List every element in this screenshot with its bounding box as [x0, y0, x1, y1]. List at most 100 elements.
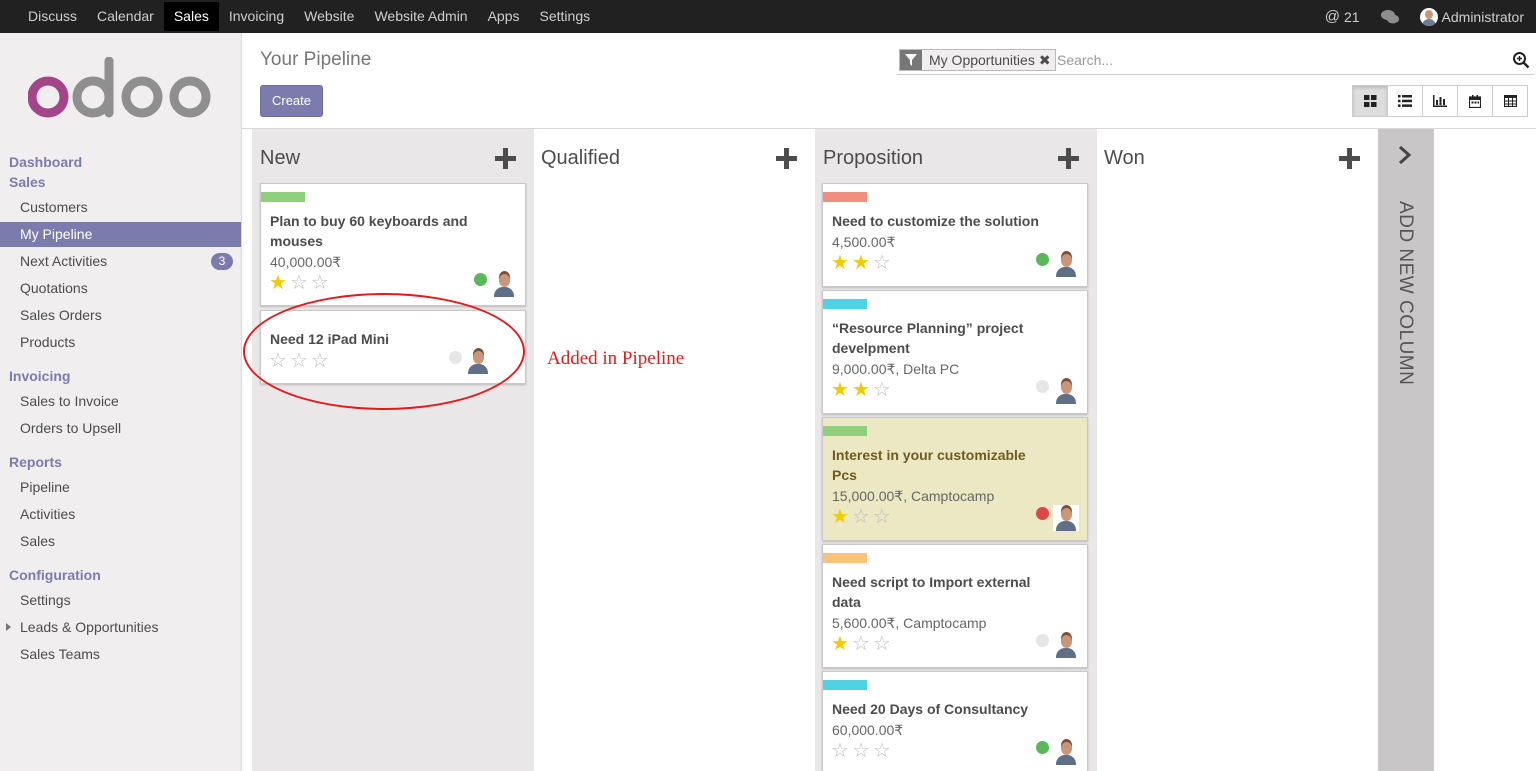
pivot-view-button[interactable] [1492, 85, 1528, 117]
column-add-icon[interactable] [1058, 148, 1079, 169]
star-icon[interactable]: ☆ [873, 741, 891, 761]
kanban-card[interactable]: Need script to Import external data 5,60… [822, 544, 1088, 668]
priority-stars[interactable]: ☆ ☆ ☆ [831, 741, 891, 761]
section-configuration: Configuration [9, 567, 101, 583]
sidebar-item-settings[interactable]: Settings [0, 588, 241, 613]
user-menu[interactable]: Administrator [1419, 7, 1524, 26]
star-icon[interactable]: ☆ [873, 380, 891, 400]
odoo-logo[interactable] [28, 57, 214, 127]
filter-icon [900, 50, 922, 70]
star-icon[interactable]: ☆ [873, 634, 891, 654]
star-icon[interactable]: ★ [852, 253, 870, 273]
search-facet[interactable]: My Opportunities ✖ [899, 49, 1056, 71]
sidebar-item-sales-teams[interactable]: Sales Teams [0, 642, 241, 667]
kanban-card[interactable]: Need 12 iPad Mini ☆ ☆ ☆ [260, 310, 526, 384]
column-title: Qualified [541, 147, 620, 169]
priority-stars[interactable]: ★ ★ ☆ [831, 253, 891, 273]
kanban-card[interactable]: Plan to buy 60 keyboards and mouses 40,0… [260, 183, 526, 306]
kanban-board: New Plan to buy 60 keyboards and mouses … [242, 129, 1536, 771]
menu-invoicing[interactable]: Invoicing [219, 2, 294, 31]
caret-right-icon [6, 623, 11, 631]
sidebar-item-activities[interactable]: Activities [0, 502, 241, 527]
search-input[interactable] [1057, 49, 1497, 71]
menu-discuss[interactable]: Discuss [18, 2, 87, 31]
owner-avatar [1053, 632, 1079, 658]
card-title: Need 12 iPad Mini [270, 331, 390, 347]
sidebar-item-label: Leads & Opportunities [20, 619, 159, 635]
star-icon[interactable]: ★ [831, 380, 849, 400]
owner-avatar [491, 271, 517, 297]
kanban-state-dot[interactable] [1036, 507, 1049, 520]
star-icon[interactable]: ☆ [311, 273, 329, 293]
chat-button[interactable] [1380, 9, 1400, 25]
column-add-icon[interactable] [495, 148, 516, 169]
section-dashboard[interactable]: Dashboard [9, 154, 82, 170]
sidebar-item-customers[interactable]: Customers [0, 195, 241, 220]
sidebar-item-sales-to-invoice[interactable]: Sales to Invoice [0, 389, 241, 414]
kanban-column-proposition: Proposition Need to customize the soluti… [815, 129, 1097, 771]
card-amount: 15,000.00₹, Camptocamp [832, 488, 995, 504]
graph-view-icon [1433, 95, 1447, 107]
kanban-card[interactable]: Need to customize the solution 4,500.00₹… [822, 183, 1088, 287]
sidebar-item-pipeline[interactable]: Pipeline [0, 475, 241, 500]
create-button[interactable]: Create [260, 85, 323, 117]
sidebar-item-leads-opportunities[interactable]: Leads & Opportunities [0, 615, 241, 640]
calendar-view-icon [1469, 94, 1481, 108]
facet-remove-icon[interactable]: ✖ [1039, 52, 1055, 69]
priority-stars[interactable]: ★ ★ ☆ [831, 380, 891, 400]
kanban-state-dot[interactable] [1036, 741, 1049, 754]
add-new-column[interactable]: ADD NEW COLUMN [1378, 129, 1434, 771]
kanban-state-dot[interactable] [474, 273, 487, 286]
sidebar-item-sales-orders[interactable]: Sales Orders [0, 303, 241, 328]
star-icon[interactable]: ★ [269, 273, 287, 293]
sidebar-item-orders-to-upsell[interactable]: Orders to Upsell [0, 416, 241, 441]
tag-color-bar [823, 299, 867, 309]
star-icon[interactable]: ☆ [311, 351, 329, 371]
priority-stars[interactable]: ☆ ☆ ☆ [269, 351, 329, 371]
menu-website-admin[interactable]: Website Admin [364, 2, 477, 31]
star-icon[interactable]: ☆ [290, 351, 308, 371]
view-switcher [1352, 85, 1528, 117]
star-icon[interactable]: ☆ [852, 741, 870, 761]
sidebar-item-quotations[interactable]: Quotations [0, 276, 241, 301]
priority-stars[interactable]: ★ ☆ ☆ [269, 273, 329, 293]
menu-calendar[interactable]: Calendar [87, 2, 164, 31]
star-icon[interactable]: ★ [852, 380, 870, 400]
graph-view-button[interactable] [1422, 85, 1458, 117]
kanban-card[interactable]: “Resource Planning” project develpment 9… [822, 290, 1088, 414]
star-icon[interactable]: ★ [831, 253, 849, 273]
kanban-view-button[interactable] [1352, 85, 1388, 117]
mentions-button[interactable]: @ 21 [1325, 8, 1360, 25]
calendar-view-button[interactable] [1457, 85, 1493, 117]
star-icon[interactable]: ☆ [873, 507, 891, 527]
top-navbar: Discuss Calendar Sales Invoicing Website… [0, 0, 1536, 33]
star-icon[interactable]: ★ [831, 634, 849, 654]
menu-settings[interactable]: Settings [530, 2, 601, 31]
sidebar-item-sales[interactable]: Sales [0, 529, 241, 554]
priority-stars[interactable]: ★ ☆ ☆ [831, 507, 891, 527]
sidebar-item-my-pipeline[interactable]: My Pipeline [0, 222, 241, 247]
star-icon[interactable]: ★ [831, 507, 849, 527]
menu-apps[interactable]: Apps [478, 2, 530, 31]
star-icon[interactable]: ☆ [852, 507, 870, 527]
kanban-state-dot[interactable] [1036, 634, 1049, 647]
priority-stars[interactable]: ★ ☆ ☆ [831, 634, 891, 654]
search-icon[interactable] [1512, 51, 1530, 69]
menu-website[interactable]: Website [294, 2, 364, 31]
star-icon[interactable]: ☆ [290, 273, 308, 293]
list-view-button[interactable] [1387, 85, 1423, 117]
star-icon[interactable]: ☆ [269, 351, 287, 371]
menu-sales[interactable]: Sales [163, 2, 219, 31]
kanban-state-dot[interactable] [1036, 380, 1049, 393]
kanban-card[interactable]: Interest in your customizable Pcs 15,000… [822, 417, 1088, 541]
star-icon[interactable]: ☆ [831, 741, 849, 761]
column-add-icon[interactable] [1339, 148, 1360, 169]
star-icon[interactable]: ☆ [873, 253, 891, 273]
star-icon[interactable]: ☆ [852, 634, 870, 654]
kanban-card[interactable]: Need 20 Days of Consultancy 60,000.00₹ ☆… [822, 671, 1088, 771]
column-add-icon[interactable] [776, 148, 797, 169]
kanban-state-dot[interactable] [449, 351, 462, 364]
sidebar-item-products[interactable]: Products [0, 330, 241, 355]
sidebar-item-next-activities[interactable]: Next Activities 3 [0, 249, 241, 274]
kanban-state-dot[interactable] [1036, 253, 1049, 266]
